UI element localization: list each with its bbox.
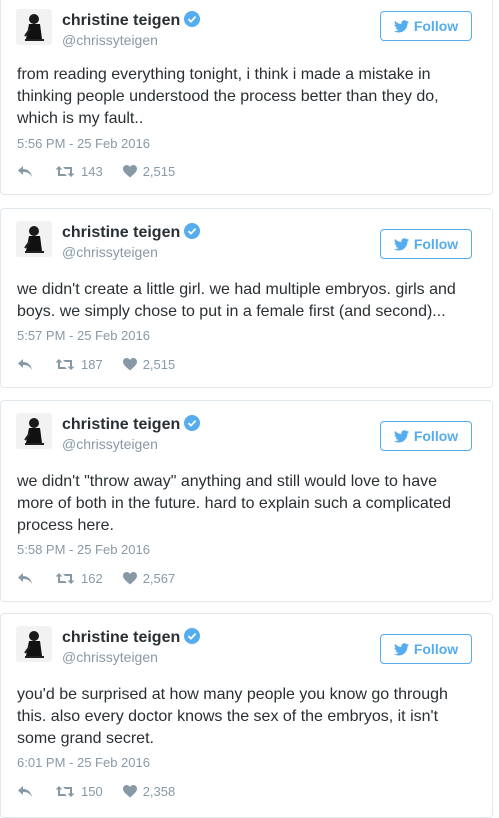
- reply-button[interactable]: [17, 165, 33, 178]
- user-handle[interactable]: @chrissyteigen: [62, 649, 158, 665]
- like-count: 2,515: [142, 356, 176, 372]
- retweet-icon: [55, 358, 75, 370]
- tweet-text: we didn't create a little girl. we had m…: [17, 281, 456, 320]
- retweet-icon: [55, 165, 75, 177]
- avatar[interactable]: [16, 9, 52, 45]
- tweet-timestamp[interactable]: 5:56 PM - 25 Feb 2016: [17, 136, 150, 151]
- like-button[interactable]: 2,567: [122, 570, 176, 586]
- retweet-icon: [55, 785, 75, 797]
- tweet-card: christine teigen @chrissyteigen Follow w…: [0, 400, 493, 602]
- display-name[interactable]: christine teigen: [62, 11, 201, 30]
- like-button[interactable]: 2,358: [122, 783, 176, 799]
- tweet-timestamp[interactable]: 5:58 PM - 25 Feb 2016: [17, 542, 150, 557]
- display-name[interactable]: christine teigen: [62, 628, 201, 647]
- retweet-count: 187: [81, 356, 103, 372]
- heart-icon: [122, 164, 137, 177]
- reply-icon: [18, 165, 32, 177]
- retweet-count: 143: [81, 163, 103, 179]
- display-name[interactable]: christine teigen: [62, 415, 201, 434]
- reply-button[interactable]: [17, 572, 33, 585]
- tweet-actions: 150 2,358: [17, 781, 175, 801]
- user-handle[interactable]: @chrissyteigen: [62, 436, 158, 452]
- tweet-card: christine teigen @chrissyteigen Follow w…: [0, 208, 493, 388]
- verified-badge-icon: [184, 415, 201, 431]
- reply-button[interactable]: [17, 358, 33, 371]
- reply-icon: [18, 785, 32, 797]
- user-handle[interactable]: @chrissyteigen: [62, 32, 158, 48]
- tweet-card: christine teigen @chrissyteigen Follow f…: [0, 0, 493, 195]
- verified-badge-icon: [184, 11, 201, 27]
- twitter-bird-icon: [393, 429, 409, 442]
- reply-button[interactable]: [17, 785, 33, 798]
- follow-button[interactable]: Follow: [380, 634, 472, 664]
- like-count: 2,358: [142, 783, 176, 799]
- tweet-text: from reading everything tonight, i think…: [17, 66, 439, 127]
- retweet-button[interactable]: 187: [55, 357, 103, 372]
- tweet-timestamp[interactable]: 5:57 PM - 25 Feb 2016: [17, 328, 150, 343]
- retweet-icon: [55, 572, 75, 584]
- heart-icon: [122, 571, 137, 584]
- tweet-text: you'd be surprised at how many people yo…: [17, 686, 448, 747]
- tweet-actions: 187 2,515: [17, 354, 175, 374]
- tweet-card: christine teigen @chrissyteigen Follow y…: [0, 613, 493, 818]
- avatar[interactable]: [16, 221, 52, 257]
- retweet-button[interactable]: 150: [55, 784, 103, 799]
- follow-button[interactable]: Follow: [380, 11, 472, 41]
- like-button[interactable]: 2,515: [122, 356, 176, 372]
- user-handle[interactable]: @chrissyteigen: [62, 244, 158, 260]
- retweet-button[interactable]: 162: [55, 571, 103, 586]
- tweet-actions: 143 2,515: [17, 161, 175, 181]
- verified-badge-icon: [184, 223, 201, 239]
- twitter-bird-icon: [393, 237, 409, 250]
- twitter-bird-icon: [393, 19, 409, 32]
- tweet-actions: 162 2,567: [17, 568, 175, 588]
- display-name[interactable]: christine teigen: [62, 223, 201, 242]
- retweet-count: 162: [81, 570, 103, 586]
- reply-icon: [18, 358, 32, 370]
- avatar[interactable]: [16, 413, 52, 449]
- avatar[interactable]: [16, 626, 52, 662]
- follow-button[interactable]: Follow: [380, 421, 472, 451]
- follow-button[interactable]: Follow: [380, 229, 472, 259]
- heart-icon: [122, 784, 137, 797]
- twitter-bird-icon: [393, 642, 409, 655]
- tweet-timestamp[interactable]: 6:01 PM - 25 Feb 2016: [17, 755, 150, 770]
- like-button[interactable]: 2,515: [122, 163, 176, 179]
- verified-badge-icon: [184, 628, 201, 644]
- heart-icon: [122, 357, 137, 370]
- tweet-text: we didn't "throw away" anything and stil…: [17, 473, 452, 534]
- retweet-button[interactable]: 143: [55, 164, 103, 179]
- like-count: 2,515: [142, 163, 176, 179]
- like-count: 2,567: [142, 570, 176, 586]
- reply-icon: [18, 572, 32, 584]
- retweet-count: 150: [81, 783, 103, 799]
